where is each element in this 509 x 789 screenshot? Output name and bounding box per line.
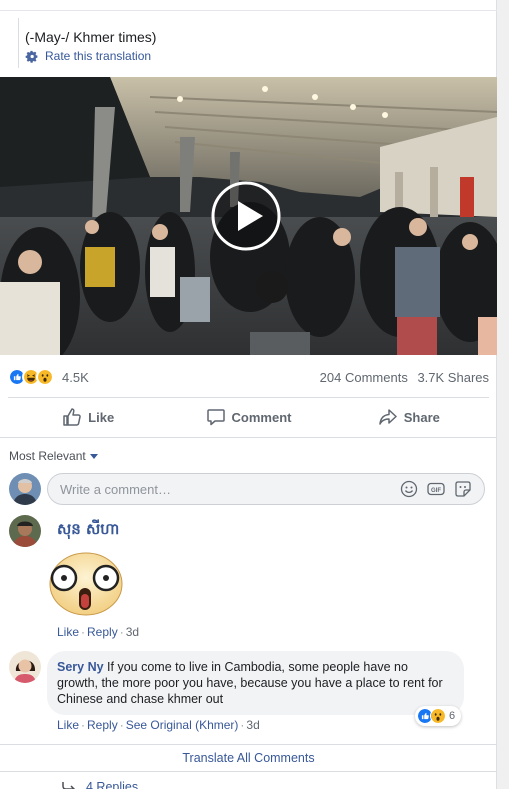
comment-input-icons: GIF — [391, 480, 472, 498]
separator-dot: · — [119, 718, 124, 732]
wow-icon — [36, 368, 54, 386]
svg-text:GIF: GIF — [431, 488, 441, 494]
post-card: (-May-/ Khmer times) Rate this translati… — [0, 0, 497, 789]
comment-input-box[interactable]: GIF — [47, 473, 485, 505]
shocked-face-sticker — [49, 552, 123, 616]
comment-text: If you come to live in Cambodia, some pe… — [57, 660, 443, 706]
comment-time[interactable]: 3d — [126, 625, 139, 639]
see-original-link[interactable]: See Original (Khmer) — [126, 718, 239, 732]
comment-label: Comment — [231, 409, 292, 425]
separator-dot: · — [81, 625, 86, 639]
share-label: Share — [403, 409, 440, 425]
view-replies-link[interactable]: 4 Replies — [62, 780, 138, 789]
wow-icon — [430, 708, 446, 724]
divider — [0, 771, 497, 772]
post-text-block: (-May-/ Khmer times) Rate this translati… — [18, 18, 488, 68]
share-button[interactable]: Share — [329, 398, 489, 436]
comments-count[interactable]: 204 Comments — [320, 370, 408, 385]
post-body-text: (-May-/ Khmer times) — [25, 29, 157, 45]
user-avatar-image — [9, 473, 41, 505]
reactions-bar: 4.5K 204 Comments 3.7K Shares — [8, 366, 489, 388]
share-icon — [379, 409, 397, 425]
scrollbar[interactable] — [497, 0, 509, 789]
divider — [0, 744, 497, 745]
comment-reply-link[interactable]: Reply — [87, 718, 118, 732]
comment-bubble: Sery Ny If you come to live in Cambodia,… — [47, 651, 464, 715]
commenter-avatar-image — [9, 515, 41, 547]
emoji-icon[interactable] — [400, 480, 418, 498]
comment-like-link[interactable]: Like — [57, 718, 79, 732]
rate-translation-link[interactable]: Rate this translation — [45, 49, 151, 63]
post-actions: Like Comment Share — [8, 398, 489, 436]
reaction-icons[interactable] — [8, 368, 54, 386]
translate-all-comments-link[interactable]: Translate All Comments — [0, 751, 497, 765]
post-stats: 204 Comments 3.7K Shares — [314, 370, 489, 385]
shares-count[interactable]: 3.7K Shares — [417, 370, 489, 385]
commenter-avatar[interactable] — [9, 651, 41, 683]
commenter-avatar-image — [9, 651, 41, 683]
separator-dot: · — [240, 718, 245, 732]
commenter-name[interactable]: Sery Ny — [57, 660, 104, 674]
video-player[interactable] — [0, 77, 497, 355]
like-button[interactable]: Like — [8, 398, 168, 436]
like-label: Like — [88, 409, 115, 425]
comment-filter-label: Most Relevant — [9, 449, 86, 463]
caret-down-icon — [89, 453, 98, 459]
current-user-avatar[interactable] — [9, 473, 41, 505]
gif-icon[interactable]: GIF — [427, 480, 445, 498]
comment-reaction-count: 6 — [449, 710, 456, 722]
top-divider — [0, 10, 497, 11]
comment-meta: Like · Reply · See Original (Khmer) · 3d — [57, 718, 260, 732]
divider — [0, 437, 497, 438]
separator-dot: · — [119, 625, 124, 639]
comment-reactions[interactable]: 6 — [415, 706, 462, 726]
separator-dot: · — [81, 718, 86, 732]
comment-like-link[interactable]: Like — [57, 625, 79, 639]
thumbs-up-icon — [63, 408, 81, 426]
comment-button[interactable]: Comment — [168, 398, 328, 436]
commenter-name[interactable]: សុន សីហា — [57, 520, 119, 542]
reaction-count[interactable]: 4.5K — [62, 370, 89, 385]
comment-filter-dropdown[interactable]: Most Relevant — [9, 449, 98, 463]
sticker-icon[interactable] — [454, 480, 472, 498]
comment-meta: Like · Reply · 3d — [57, 625, 139, 639]
play-icon[interactable] — [211, 181, 281, 251]
comment-time[interactable]: 3d — [246, 718, 259, 732]
gear-icon — [25, 50, 38, 63]
comment-icon — [206, 409, 225, 426]
comment-reply-link[interactable]: Reply — [87, 625, 118, 639]
reply-arrow-icon — [62, 782, 76, 789]
comment-input[interactable] — [60, 481, 391, 497]
rate-translation-row[interactable]: Rate this translation — [25, 49, 488, 63]
commenter-avatar[interactable] — [9, 515, 41, 547]
replies-count: 4 Replies — [86, 780, 139, 789]
